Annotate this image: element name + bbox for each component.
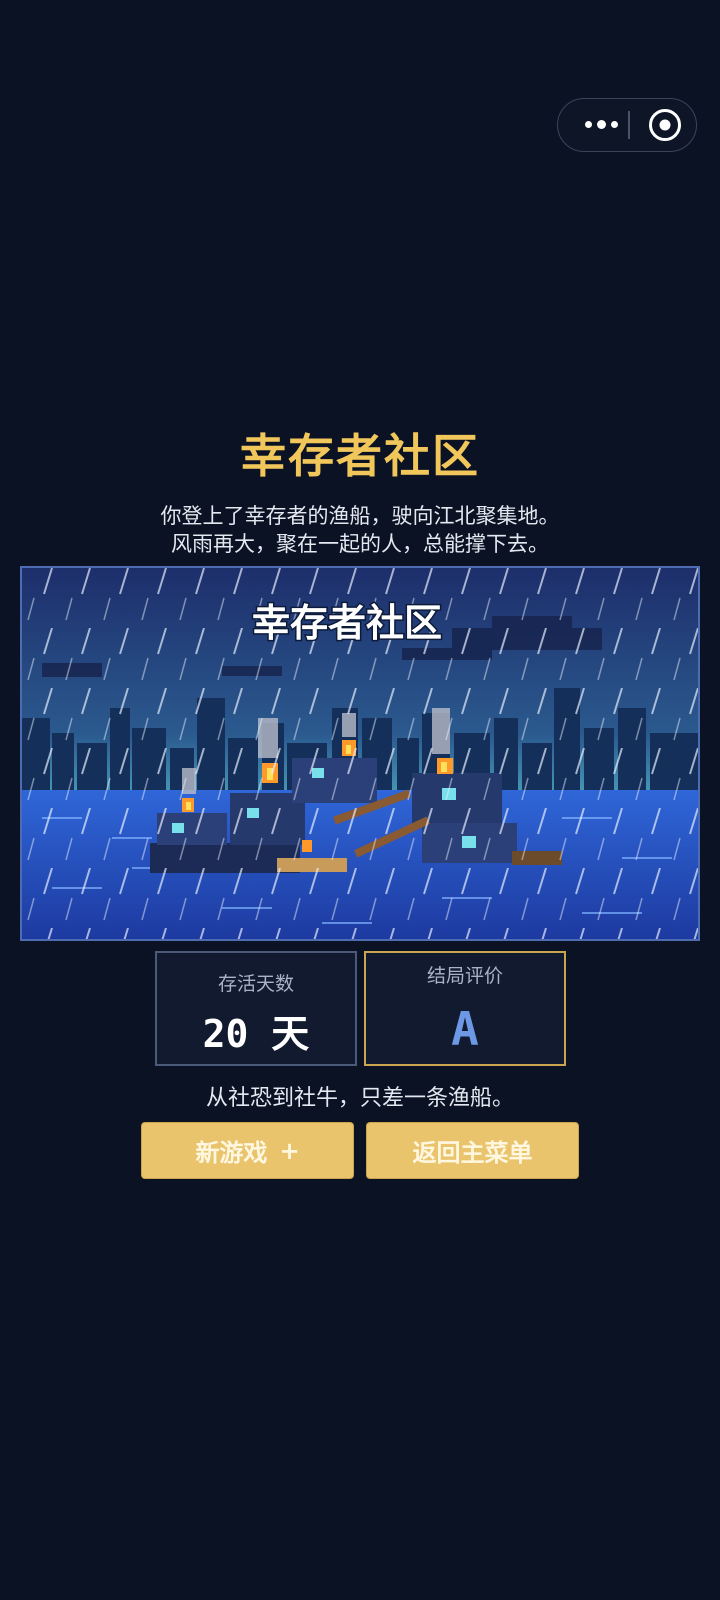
- ending-tagline: 从社恐到社牛，只差一条渔船。: [205, 1086, 514, 1111]
- miniprogram-capsule: [557, 98, 697, 152]
- days-survived-value: 20 天: [202, 1012, 310, 1056]
- more-dots-icon[interactable]: [576, 99, 626, 150]
- plus-icon: +: [279, 1136, 300, 1165]
- target-close-icon[interactable]: [649, 109, 681, 141]
- game-over-screen: 幸存者社区 你登上了幸存者的渔船，驶向江北聚集地。 风雨再大，聚在一起的人，总能…: [0, 0, 720, 1600]
- days-survived-card: 存活天数 20 天: [155, 951, 357, 1066]
- description-line-2: 风雨再大，聚在一起的人，总能撑下去。: [171, 532, 549, 556]
- ending-illustration: 幸存者社区: [20, 566, 700, 941]
- main-menu-label: 返回主菜单: [412, 1139, 533, 1167]
- scene-title: 幸存者社区: [252, 601, 442, 645]
- ending-rating-label: 结局评价: [426, 965, 503, 987]
- new-game-button[interactable]: 新游戏 +: [141, 1122, 354, 1179]
- ending-rating-value: A: [451, 1002, 479, 1056]
- days-survived-label: 存活天数: [217, 973, 294, 995]
- main-menu-button[interactable]: 返回主菜单: [366, 1122, 579, 1179]
- ending-rating-card: 结局评价 A: [364, 951, 566, 1066]
- new-game-label: 新游戏: [195, 1139, 268, 1167]
- page-title: 幸存者社区: [240, 429, 480, 483]
- capsule-divider: [628, 111, 630, 139]
- description-line-1: 你登上了幸存者的渔船，驶向江北聚集地。: [160, 504, 560, 528]
